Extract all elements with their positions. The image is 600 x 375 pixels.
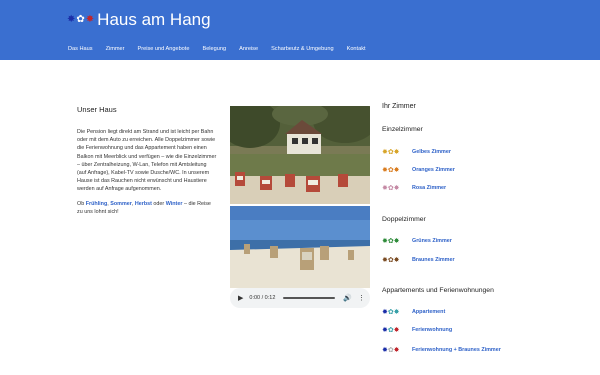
room-flower-icons: ✸ ✿ ✸: [382, 327, 400, 334]
room-ferienwohnung-braunes[interactable]: ✸ ✿ ✸ Ferienwohnung + Braunes Zimmer: [382, 346, 501, 354]
site-title[interactable]: Haus am Hang: [97, 10, 210, 30]
audio-player[interactable]: ▶ 0:00 / 0:12 🔊 ⋮: [230, 288, 370, 308]
red-flower-icon: ✸: [85, 14, 95, 25]
room-link-braunes[interactable]: Braunes Zimmer: [412, 257, 455, 263]
nav-preise[interactable]: Preise und Angebote: [138, 46, 190, 52]
room-link-gelbes[interactable]: Gelbes Zimmer: [412, 149, 451, 155]
room-rosa[interactable]: ✸ ✿ ✸ Rosa Zimmer: [382, 184, 446, 192]
room-link-gruenes[interactable]: Grünes Zimmer: [412, 238, 452, 244]
room-link-ferienwohnung-braunes[interactable]: Ferienwohnung + Braunes Zimmer: [412, 347, 501, 353]
seasons-or: oder: [153, 200, 165, 207]
more-options-icon[interactable]: ⋮: [358, 294, 365, 302]
room-link-oranges[interactable]: Oranges Zimmer: [412, 167, 455, 173]
audio-progress-bar[interactable]: [283, 297, 336, 299]
site-header: ✸ ✿ ✸ Haus am Hang Das Haus Zimmer Preis…: [0, 0, 600, 60]
site-logo[interactable]: ✸ ✿ ✸ Haus am Hang: [67, 10, 211, 30]
nav-scharbeutz[interactable]: Scharbeutz & Umgebung: [271, 46, 334, 52]
room-gelbes[interactable]: ✸ ✿ ✸ Gelbes Zimmer: [382, 148, 451, 156]
play-icon[interactable]: ▶: [238, 294, 243, 302]
double-rooms-heading: Doppelzimmer: [382, 216, 426, 223]
link-herbst[interactable]: Herbst: [135, 201, 152, 207]
room-flower-icons: ✸ ✿ ✸: [382, 149, 400, 156]
nav-zimmer[interactable]: Zimmer: [106, 46, 125, 52]
room-flower-icons: ✸ ✿ ✸: [382, 309, 400, 316]
white-flower-icon: ✿: [76, 14, 85, 25]
apartments-heading: Appartements und Ferienwohnungen: [382, 287, 494, 294]
room-link-ferienwohnung[interactable]: Ferienwohnung: [412, 327, 452, 333]
nav-anreise[interactable]: Anreise: [239, 46, 258, 52]
logo-flower-icons: ✸ ✿ ✸: [67, 15, 94, 25]
seasons-prefix: Ob: [77, 200, 85, 207]
rooms-heading: Ihr Zimmer: [382, 103, 416, 110]
link-fruehling[interactable]: Frühling: [86, 201, 108, 207]
single-rooms-heading: Einzelzimmer: [382, 126, 423, 133]
room-gruenes[interactable]: ✸ ✿ ✸ Grünes Zimmer: [382, 237, 452, 245]
intro-heading: Unser Haus: [77, 105, 117, 114]
room-link-appartement[interactable]: Appartement: [412, 309, 445, 315]
room-oranges[interactable]: ✸ ✿ ✸ Oranges Zimmer: [382, 166, 455, 174]
blue-flower-icon: ✸: [67, 14, 76, 25]
nav-belegung[interactable]: Belegung: [202, 46, 226, 52]
link-sommer[interactable]: Sommer: [110, 201, 132, 207]
room-flower-icons: ✸ ✿ ✸: [382, 167, 400, 174]
room-link-rosa[interactable]: Rosa Zimmer: [412, 185, 446, 191]
volume-icon[interactable]: 🔊: [343, 294, 352, 302]
beach-photo: [230, 206, 370, 288]
intro-section: Unser Haus Die Pension liegt direkt am S…: [77, 105, 217, 221]
house-photo: [230, 106, 370, 204]
main-nav: Das Haus Zimmer Preise und Angebote Bele…: [68, 46, 379, 52]
link-winter[interactable]: Winter: [166, 201, 183, 207]
nav-das-haus[interactable]: Das Haus: [68, 46, 93, 52]
room-flower-icons: ✸ ✿ ✸: [382, 185, 400, 192]
room-braunes[interactable]: ✸ ✿ ✸ Braunes Zimmer: [382, 256, 455, 264]
nav-kontakt[interactable]: Kontakt: [347, 46, 366, 52]
room-flower-icons: ✸ ✿ ✸: [382, 347, 400, 354]
seasons-text: Ob Frühling, Sommer, Herbst oder Winter …: [77, 200, 211, 215]
audio-time: 0:00 / 0:12: [249, 295, 276, 301]
intro-paragraph: Die Pension liegt direkt am Strand und i…: [77, 129, 217, 193]
room-ferienwohnung[interactable]: ✸ ✿ ✸ Ferienwohnung: [382, 326, 452, 334]
room-appartement[interactable]: ✸ ✿ ✸ Appartement: [382, 308, 445, 316]
room-flower-icons: ✸ ✿ ✸: [382, 257, 400, 264]
room-flower-icons: ✸ ✿ ✸: [382, 238, 400, 245]
